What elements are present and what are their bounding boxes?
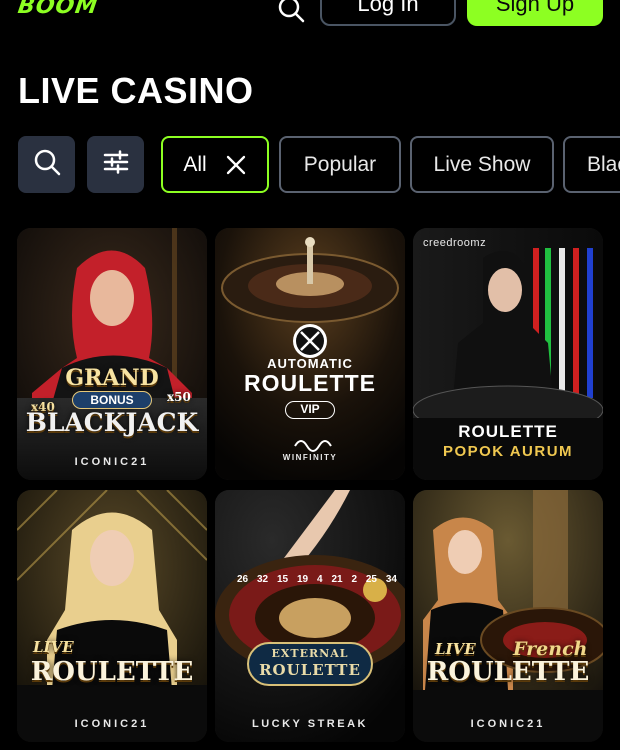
game-card-roulette-popok-aurum[interactable]: creedroomz ROULETTE POPOK AURUM (413, 228, 603, 480)
filter-settings-button[interactable] (87, 136, 144, 193)
game-title: BLACKJACK (25, 408, 199, 437)
game-title-line1: LIVE (33, 638, 74, 656)
game-title-line1: AUTOMATIC (267, 356, 353, 371)
game-title-line1: LIVE (435, 640, 476, 658)
game-thumbnail (17, 490, 207, 742)
game-card-automatic-roulette[interactable]: AUTOMATIC ROULETTE VIP WINFINITY (215, 228, 405, 480)
provider-label: ICONIC21 (470, 718, 546, 730)
search-icon (32, 147, 62, 182)
game-subtitle: POPOK AURUM (442, 443, 574, 460)
provider-label: ICONIC21 (74, 718, 150, 730)
sliders-icon (101, 147, 131, 182)
game-title-line1: GRAND (65, 365, 159, 391)
search-icon[interactable] (276, 0, 306, 24)
game-title: ROULETTE (30, 657, 194, 687)
chip-label: Live Show (433, 152, 531, 176)
vip-badge: VIP (285, 401, 335, 419)
game-title: ROULETTE (426, 657, 590, 687)
game-thumbnail (215, 228, 405, 480)
chip-label: All (183, 152, 207, 176)
game-card-grand-bonus-blackjack[interactable]: x40 GRAND x50 BONUS BLACKJACK ICONIC21 (17, 228, 207, 480)
provider-label: WINFINITY (282, 453, 338, 462)
filter-bar: All Popular Live Show Blac (18, 136, 620, 193)
chip-label: Blac (587, 152, 620, 176)
filter-chip-all[interactable]: All (161, 136, 269, 193)
page: BOOM Log In Sign Up LIVE CASINO All Popu… (0, 0, 620, 750)
wheel-number: 19 (297, 574, 309, 585)
header: BOOM Log In Sign Up (0, 0, 620, 26)
provider-label: LUCKY STREAK (252, 718, 368, 730)
game-title: ROULETTE (458, 422, 558, 441)
wheel-number: 34 (385, 574, 397, 585)
wheel-number: 26 (237, 574, 249, 585)
signup-button[interactable]: Sign Up (467, 0, 603, 26)
provider-label: ICONIC21 (74, 456, 150, 468)
game-thumbnail (413, 490, 603, 742)
filter-chip-blackjack[interactable]: Blac (563, 136, 620, 193)
game-title: ROULETTE (259, 661, 361, 679)
close-icon[interactable] (225, 154, 247, 176)
wheel-number: 15 (277, 574, 289, 585)
chip-label: Popular (303, 152, 377, 176)
bonus-badge-label: BONUS (90, 393, 134, 407)
multiplier-right: x50 (167, 390, 191, 404)
wheel-number: 25 (365, 574, 377, 585)
wheel-number: 21 (331, 574, 343, 585)
game-card-external-roulette[interactable]: 26 32 15 19 4 21 2 25 34 EXTERNAL ROULET… (215, 490, 405, 742)
game-card-live-french-roulette[interactable]: LIVE French ROULETTE ICONIC21 (413, 490, 603, 742)
game-title: ROULETTE (244, 370, 376, 396)
wheel-number: 2 (351, 574, 357, 585)
wheel-numbers: 26 32 15 19 4 21 2 25 34 (237, 574, 397, 585)
login-button[interactable]: Log In (320, 0, 456, 26)
game-thumbnail (215, 490, 405, 742)
game-thumbnail (17, 228, 207, 480)
search-button[interactable] (18, 136, 75, 193)
vip-badge-label: VIP (300, 402, 320, 416)
game-title-line1: EXTERNAL (271, 647, 349, 660)
logo[interactable]: BOOM (16, 0, 100, 19)
wheel-number: 32 (257, 574, 269, 585)
provider-label: creedroomz (423, 237, 487, 249)
wheel-number: 4 (317, 574, 323, 585)
filter-chip-popular[interactable]: Popular (279, 136, 401, 193)
game-card-live-roulette[interactable]: LIVE ROULETTE ICONIC21 (17, 490, 207, 742)
bonus-badge: BONUS (72, 391, 152, 409)
filter-chip-live-show[interactable]: Live Show (410, 136, 554, 193)
page-title: LIVE CASINO (18, 70, 254, 111)
